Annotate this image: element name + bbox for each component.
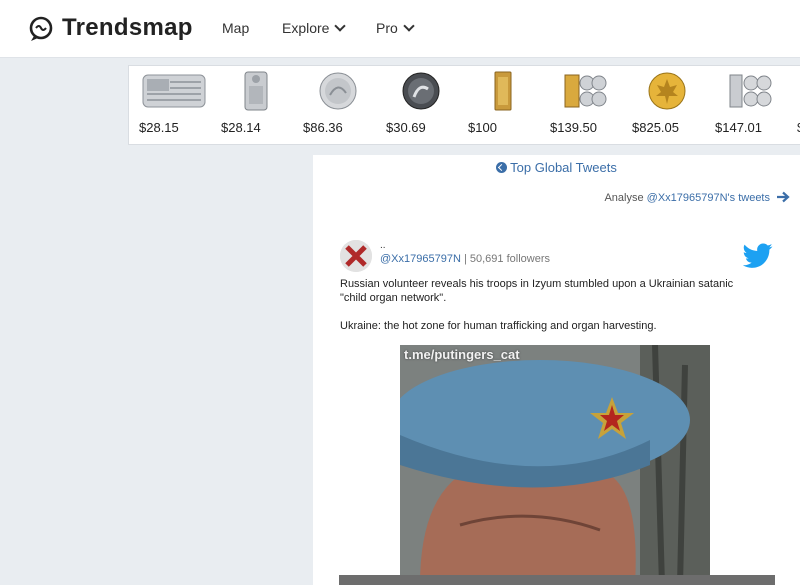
product-item[interactable]: $86.36 (297, 66, 379, 144)
display-name[interactable]: .. (380, 240, 386, 251)
product-price: $86.36 (303, 120, 343, 135)
nav-explore[interactable]: Explore (282, 20, 347, 36)
silver-bar-flag-icon (133, 70, 215, 112)
product-price: $139.50 (550, 120, 597, 135)
tweet-text: Russian volunteer reveals his troops in … (340, 277, 760, 347)
avatar[interactable] (340, 240, 372, 272)
product-item[interactable]: $ (791, 66, 800, 144)
nav-pro-label: Pro (376, 20, 398, 36)
product-price: $825.05 (632, 120, 679, 135)
silver-coin-icon (297, 70, 379, 112)
nav-map-label: Map (222, 20, 250, 36)
user-info-line: @Xx17965797N | 50,691 followers (380, 253, 550, 265)
twitter-bird-icon[interactable] (743, 243, 773, 269)
product-item[interactable]: $139.50 (544, 66, 626, 144)
back-arrow-icon (496, 162, 508, 173)
analyse-prefix: Analyse (604, 192, 647, 204)
silver-bar-icon (215, 70, 297, 112)
product-price: $28.14 (221, 120, 261, 135)
top-global-tweets-link[interactable]: Top Global Tweets (313, 160, 800, 175)
video-controls-strip[interactable] (339, 575, 775, 585)
product-item[interactable]: $147.01 (709, 66, 791, 144)
analyse-tweets-link[interactable]: Analyse @Xx17965797N's tweets (604, 192, 770, 204)
product-price: $28.15 (139, 120, 179, 135)
nav-explore-label: Explore (282, 20, 330, 36)
gold-note-icon (462, 70, 544, 112)
product-item[interactable]: $825.05 (626, 66, 708, 144)
tweet-media-video[interactable]: t.me/putingers_cat (400, 345, 710, 585)
trendsmap-logo-icon[interactable] (28, 16, 54, 42)
nav-map[interactable]: Map (222, 20, 249, 36)
followers-count: 50,691 followers (469, 253, 550, 265)
nav-pro[interactable]: Pro (376, 20, 415, 36)
dark-silver-coin-icon (380, 70, 462, 112)
video-frame-image (400, 345, 710, 585)
separator: | (460, 253, 470, 265)
product-item[interactable]: $30.69 (380, 66, 462, 144)
product-price: $30.69 (386, 120, 426, 135)
product-item[interactable]: $28.14 (215, 66, 297, 144)
product-price: $100 (468, 120, 497, 135)
silver-coin-set-icon (709, 70, 791, 112)
gold-maple-coin-icon (626, 70, 708, 112)
tweet-panel: Top Global Tweets Analyse @Xx17965797N's… (313, 155, 800, 585)
analyse-handle: @Xx17965797N's tweets (646, 192, 770, 204)
product-item[interactable]: $100 (462, 66, 544, 144)
media-watermark: t.me/putingers_cat (404, 347, 520, 362)
product-ad-banner: $28.15 $28.14 $86.36 $30.69 $100 $139.50… (128, 65, 800, 145)
product-item[interactable]: $28.15 (133, 66, 215, 144)
tweet-paragraph: Russian volunteer reveals his troops in … (340, 278, 734, 304)
user-handle[interactable]: @Xx17965797N (380, 253, 461, 265)
chevron-down-icon (403, 20, 415, 32)
avatar-x-icon (340, 240, 372, 272)
gold-coin-set-icon (544, 70, 626, 112)
brand-name[interactable]: Trendsmap (62, 14, 193, 42)
top-global-tweets-label: Top Global Tweets (510, 160, 617, 175)
product-price: $147.01 (715, 120, 762, 135)
top-navigation-bar: Trendsmap Map Explore Pro (0, 0, 800, 58)
tweet-paragraph: Ukraine: the hot zone for human traffick… (340, 320, 657, 332)
arrow-right-icon[interactable] (776, 191, 790, 203)
chevron-down-icon (334, 20, 347, 32)
